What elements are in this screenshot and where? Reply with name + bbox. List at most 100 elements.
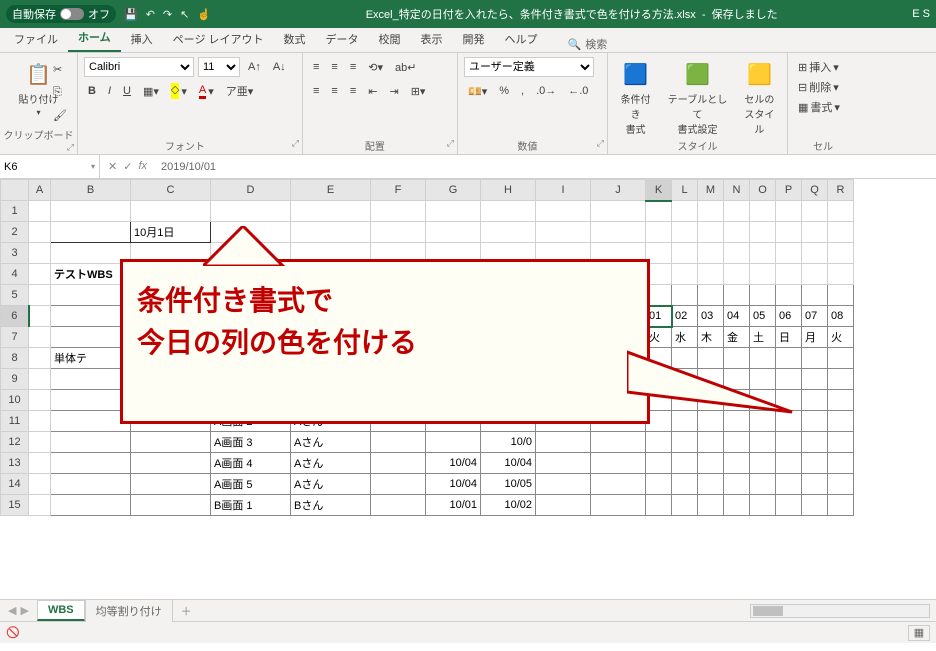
tab-file[interactable]: ファイル — [4, 26, 68, 52]
col-header[interactable]: B — [51, 180, 131, 201]
increase-indent-button[interactable]: ⇥ — [385, 81, 402, 101]
table-cell[interactable]: Aさん — [291, 432, 371, 453]
tab-page-layout[interactable]: ページ レイアウト — [163, 26, 274, 52]
redo-icon[interactable]: ↷ — [163, 8, 172, 21]
col-header[interactable]: O — [750, 180, 776, 201]
align-bottom-button[interactable]: ≡ — [346, 57, 360, 77]
font-size-select[interactable]: 11 — [198, 57, 240, 77]
col-header[interactable]: Q — [802, 180, 828, 201]
row-header[interactable]: 14 — [1, 474, 29, 495]
table-cell[interactable]: A画面 4 — [211, 453, 291, 474]
tab-home[interactable]: ホーム — [68, 24, 121, 52]
sheet-tab-wbs[interactable]: WBS — [37, 600, 85, 621]
col-header[interactable]: N — [724, 180, 750, 201]
add-sheet-button[interactable]: ＋ — [173, 603, 200, 619]
sheet-nav-prev-icon[interactable]: ◀ — [8, 604, 16, 617]
table-cell[interactable]: Aさん — [291, 453, 371, 474]
percent-button[interactable]: % — [495, 81, 513, 101]
col-header[interactable]: A — [29, 180, 51, 201]
fill-color-button[interactable]: ◇▾ — [167, 81, 191, 101]
row-header[interactable]: 9 — [1, 369, 29, 390]
row-header[interactable]: 11 — [1, 411, 29, 432]
row-header[interactable]: 3 — [1, 243, 29, 264]
select-all-button[interactable] — [1, 180, 29, 201]
table-cell[interactable]: A画面 5 — [211, 474, 291, 495]
align-center-button[interactable]: ≡ — [327, 81, 341, 101]
table-cell[interactable]: 10/04 — [426, 474, 481, 495]
merge-button[interactable]: ⊞▾ — [407, 81, 430, 101]
table-cell[interactable]: 10/01 — [426, 495, 481, 516]
row-header[interactable]: 6 — [1, 306, 29, 327]
currency-button[interactable]: 💴▾ — [464, 81, 491, 101]
decrease-indent-button[interactable]: ⇤ — [364, 81, 381, 101]
enter-icon[interactable]: ✓ — [123, 160, 132, 173]
increase-font-button[interactable]: A↑ — [244, 57, 265, 77]
tab-review[interactable]: 校閲 — [369, 26, 411, 52]
col-header[interactable]: G — [426, 180, 481, 201]
col-header[interactable]: M — [698, 180, 724, 201]
table-cell[interactable]: 10/02 — [481, 495, 536, 516]
delete-cells-button[interactable]: ⊟ 削除▾ — [794, 77, 852, 97]
copy-button[interactable]: ⎘ — [49, 82, 71, 102]
cancel-icon[interactable]: ✕ — [108, 160, 117, 173]
row-header[interactable]: 8 — [1, 348, 29, 369]
sheet-tab-other[interactable]: 均等割り付け — [85, 599, 173, 622]
col-header[interactable]: I — [536, 180, 591, 201]
insert-cells-button[interactable]: ⊞ 挿入▾ — [794, 57, 852, 77]
row-header[interactable]: 12 — [1, 432, 29, 453]
font-name-select[interactable]: Calibri — [84, 57, 194, 77]
dialog-launcher-icon[interactable]: ⤢ — [292, 138, 299, 149]
today-date-cell[interactable]: 10月1日 — [131, 222, 211, 243]
number-format-select[interactable]: ユーザー定義 — [464, 57, 594, 77]
worksheet-grid[interactable]: A B C D E F G H I J K L M N O P Q R 1 2 … — [0, 179, 936, 599]
align-middle-button[interactable]: ≡ — [327, 57, 341, 77]
row-header[interactable]: 2 — [1, 222, 29, 243]
horizontal-scrollbar[interactable] — [750, 604, 930, 618]
col-header[interactable]: J — [591, 180, 646, 201]
tab-view[interactable]: 表示 — [411, 26, 453, 52]
underline-button[interactable]: U — [119, 81, 135, 101]
tab-data[interactable]: データ — [316, 26, 369, 52]
col-header[interactable]: R — [828, 180, 854, 201]
weekday-header-cell[interactable]: 月 — [802, 327, 828, 348]
orientation-button[interactable]: ⟲▾ — [364, 57, 387, 77]
align-left-button[interactable]: ≡ — [309, 81, 323, 101]
name-box[interactable]: ▾ — [0, 155, 100, 178]
align-top-button[interactable]: ≡ — [309, 57, 323, 77]
autosave-toggle[interactable]: 自動保存 オフ — [6, 5, 116, 23]
conditional-format-button[interactable]: 🟦 条件付き 書式 — [614, 57, 657, 138]
dialog-launcher-icon[interactable]: ⤢ — [597, 138, 604, 149]
tab-insert[interactable]: 挿入 — [121, 26, 163, 52]
row-header[interactable]: 5 — [1, 285, 29, 306]
day-header-cell[interactable]: 08 — [828, 306, 854, 327]
sheet-nav-next-icon[interactable]: ▶ — [20, 604, 28, 617]
table-cell[interactable]: B画面 1 — [211, 495, 291, 516]
col-header[interactable]: D — [211, 180, 291, 201]
col-header[interactable]: P — [776, 180, 802, 201]
table-cell[interactable] — [426, 432, 481, 453]
table-cell[interactable]: 10/0 — [481, 432, 536, 453]
increase-decimal-button[interactable]: .0→ — [532, 81, 560, 101]
table-cell[interactable]: Bさん — [291, 495, 371, 516]
decrease-font-button[interactable]: A↓ — [269, 57, 290, 77]
save-icon[interactable]: 💾 — [124, 8, 138, 21]
col-header[interactable]: K — [646, 180, 672, 201]
table-cell[interactable]: A画面 3 — [211, 432, 291, 453]
row-header[interactable]: 15 — [1, 495, 29, 516]
phonetic-button[interactable]: ア亜▾ — [222, 81, 258, 101]
align-right-button[interactable]: ≡ — [346, 81, 360, 101]
col-header[interactable]: L — [672, 180, 698, 201]
search-box[interactable]: 🔍 検索 — [568, 36, 608, 52]
today-label-cell[interactable]: 本日 — [51, 222, 131, 243]
bold-button[interactable]: B — [84, 81, 100, 101]
chevron-down-icon[interactable]: ▾ — [91, 162, 95, 171]
table-cell[interactable]: 10/04 — [426, 453, 481, 474]
row-header[interactable]: 1 — [1, 201, 29, 222]
unit-test-cell[interactable]: 単体テ — [51, 348, 131, 369]
font-color-button[interactable]: A▾ — [195, 81, 218, 101]
format-cells-button[interactable]: ▦ 書式▾ — [794, 97, 852, 117]
cell-styles-button[interactable]: 🟨 セルの スタイル — [738, 57, 781, 138]
decrease-decimal-button[interactable]: ←.0 — [564, 81, 592, 101]
col-header[interactable]: E — [291, 180, 371, 201]
tab-developer[interactable]: 開発 — [453, 26, 495, 52]
